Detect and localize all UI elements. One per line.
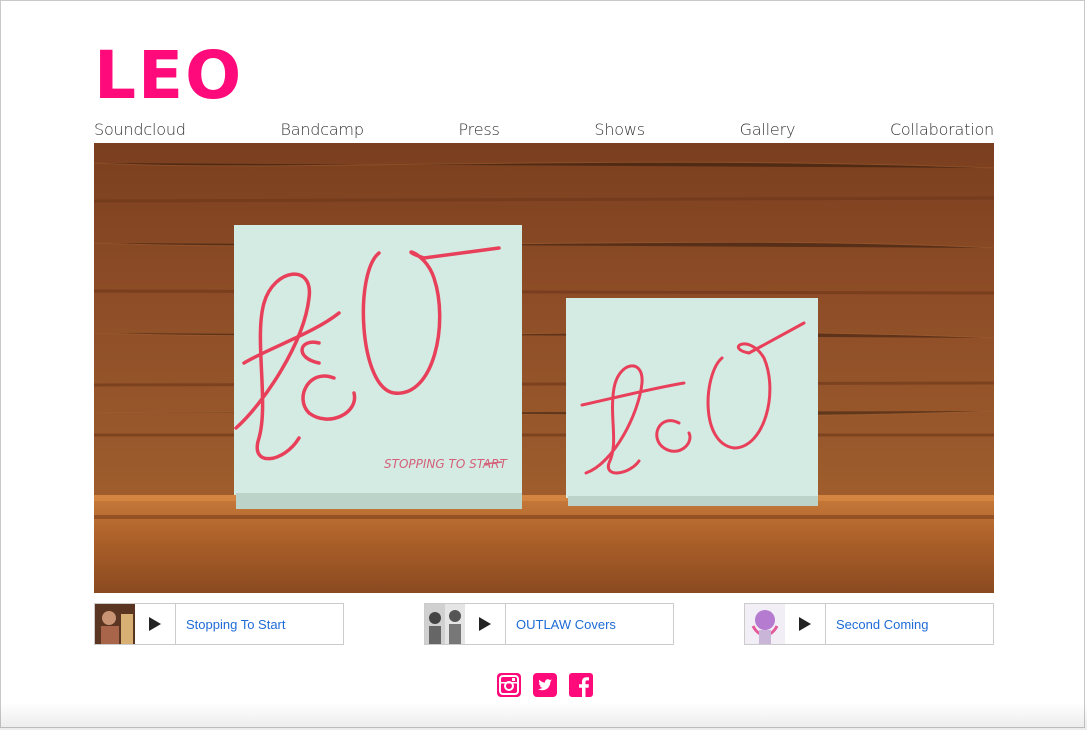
- track-thumbnail: [745, 604, 785, 644]
- play-button[interactable]: [465, 604, 506, 644]
- site-logo[interactable]: LEO: [94, 40, 243, 112]
- window-bottom-shadow: [0, 702, 1087, 730]
- audio-player-second-coming: Second Coming: [744, 603, 994, 645]
- track-title[interactable]: OUTLAW Covers: [506, 604, 616, 644]
- twitter-icon[interactable]: [533, 673, 557, 697]
- track-thumbnail: [425, 604, 465, 644]
- hero-photo: STOPPING TO START: [94, 143, 994, 593]
- nav-shows[interactable]: Shows: [594, 120, 645, 139]
- album-cover-small: [566, 298, 818, 506]
- track-thumbnail: [95, 604, 135, 644]
- instagram-icon[interactable]: [497, 673, 521, 697]
- audio-players: Stopping To Start OUTLAW Covers Second C…: [94, 603, 994, 645]
- main-nav: Soundcloud Bandcamp Press Shows Gallery …: [94, 118, 994, 140]
- nav-gallery[interactable]: Gallery: [740, 120, 796, 139]
- audio-player-stopping-to-start: Stopping To Start: [94, 603, 344, 645]
- track-title[interactable]: Stopping To Start: [176, 604, 286, 644]
- track-title[interactable]: Second Coming: [826, 604, 929, 644]
- facebook-icon[interactable]: [569, 673, 593, 697]
- nav-soundcloud[interactable]: Soundcloud: [94, 120, 186, 139]
- nav-collaboration[interactable]: Collaboration: [890, 120, 994, 139]
- play-icon: [479, 617, 491, 631]
- nav-press[interactable]: Press: [459, 120, 500, 139]
- play-button[interactable]: [135, 604, 176, 644]
- play-button[interactable]: [785, 604, 826, 644]
- play-icon: [799, 617, 811, 631]
- play-icon: [149, 617, 161, 631]
- social-links: [497, 673, 593, 697]
- album-cover-large: STOPPING TO START: [234, 225, 522, 509]
- nav-bandcamp[interactable]: Bandcamp: [280, 120, 364, 139]
- audio-player-outlaw-covers: OUTLAW Covers: [424, 603, 674, 645]
